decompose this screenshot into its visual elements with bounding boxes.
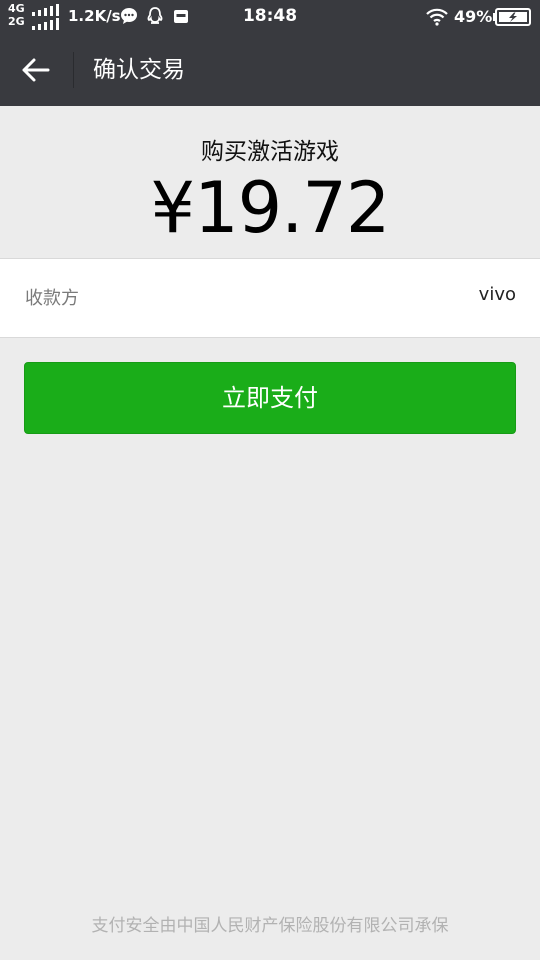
wifi-icon (426, 8, 448, 26)
battery-percent: 49% (454, 7, 493, 26)
pay-now-button[interactable]: 立即支付 (24, 362, 516, 434)
header-divider (73, 52, 74, 88)
back-button[interactable] (16, 52, 56, 88)
status-bar: 4G 2G 1.2K/s 18:48 49% (0, 0, 540, 34)
payment-amount: ¥19.72 (150, 167, 391, 249)
title-bar: 确认交易 (0, 34, 540, 106)
page-title: 确认交易 (93, 57, 185, 83)
payee-row: 收款方 vivo (0, 258, 540, 338)
insurance-note: 支付安全由中国人民财产保险股份有限公司承保 (91, 916, 449, 936)
payee-value: vivo (478, 284, 516, 305)
battery-charging-icon (493, 8, 531, 26)
arrow-left-icon (22, 58, 50, 82)
payee-label: 收款方 (25, 288, 79, 309)
product-name: 购买激活游戏 (201, 139, 339, 165)
